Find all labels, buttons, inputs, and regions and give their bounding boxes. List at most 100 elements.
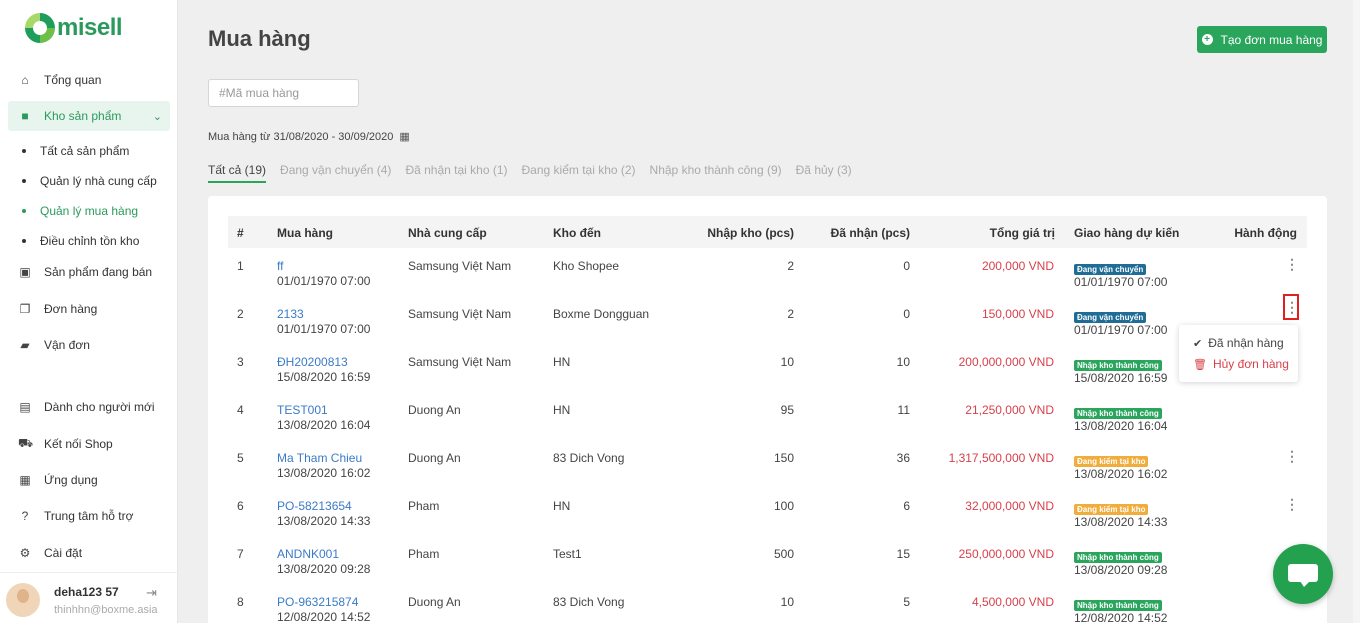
order-code-link[interactable]: TEST001 bbox=[277, 403, 328, 417]
sidebar-item-settings[interactable]: ⚙ Cài đặt bbox=[8, 538, 170, 568]
tab-received[interactable]: Đã nhận tại kho (1) bbox=[405, 163, 507, 183]
calendar-icon[interactable]: ▦ bbox=[399, 130, 409, 143]
col-warehouse: Kho đến bbox=[553, 226, 601, 240]
supplier-name: Duong An bbox=[408, 595, 461, 609]
sidebar-item-label: Cài đặt bbox=[44, 546, 83, 560]
row-index: 7 bbox=[237, 547, 244, 561]
page-title: Mua hàng bbox=[208, 26, 311, 51]
imported-qty: 10 bbox=[780, 355, 794, 369]
table-row: 3 ĐH20200813 15/08/2020 16:59 Samsung Việt … bbox=[208, 350, 1327, 398]
status-badge-wrap: Nhập kho thành công bbox=[1074, 405, 1162, 419]
sidebar-item-connect-shop[interactable]: ⛟ Kết nối Shop bbox=[8, 429, 170, 459]
more-actions-icon[interactable]: ⋮ bbox=[1285, 497, 1299, 511]
total-value: 4,500,000 VND bbox=[971, 595, 1054, 609]
table-row: 1 ff 01/01/1970 07:00 Samsung Việt Nam Kho S… bbox=[208, 254, 1327, 302]
create-purchase-order-button[interactable]: + Tạo đơn mua hàng bbox=[1197, 26, 1327, 53]
menu-item-label: Hủy đơn hàng bbox=[1212, 357, 1289, 371]
order-code-link[interactable]: 2133 bbox=[277, 307, 304, 321]
total-value: 21,250,000 VND bbox=[965, 403, 1054, 417]
menu-item-label: Đã nhận hàng bbox=[1208, 336, 1284, 350]
sidebar-item-apps[interactable]: ▦ Ứng dụng bbox=[8, 465, 170, 495]
date-range-text: Mua hàng từ 31/08/2020 - 30/09/2020 bbox=[208, 130, 394, 143]
imported-qty: 2 bbox=[787, 307, 794, 321]
tab-imported[interactable]: Nhập kho thành công (9) bbox=[650, 163, 782, 183]
sidebar-item-product-warehouse[interactable]: ■ Kho sản phẩm ⌄ bbox=[8, 101, 170, 131]
logo-mark-icon bbox=[25, 13, 55, 43]
status-badge: Đang vận chuyển bbox=[1074, 312, 1147, 323]
table-row: 4 TEST001 13/08/2020 16:04 Duong An HN 95 11 21… bbox=[208, 398, 1327, 446]
status-badge: Đang vận chuyển bbox=[1074, 264, 1147, 275]
sidebar-item-shipments[interactable]: ▰ Vận đơn bbox=[8, 330, 170, 360]
order-code-link[interactable]: PO-963215874 bbox=[277, 595, 358, 609]
total-value: 250,000,000 VND bbox=[958, 547, 1054, 561]
avatar bbox=[6, 583, 40, 617]
create-button-label: Tạo đơn mua hàng bbox=[1220, 32, 1323, 47]
tab-checking[interactable]: Đang kiểm tại kho (2) bbox=[522, 163, 636, 183]
supplier-name: Samsung Việt Nam bbox=[408, 259, 512, 273]
imported-qty: 150 bbox=[773, 451, 794, 465]
date-range-filter[interactable]: Mua hàng từ 31/08/2020 - 30/09/2020 ▦ bbox=[208, 130, 410, 144]
sidebar-item-overview[interactable]: ⌂ Tổng quan bbox=[8, 65, 170, 95]
sidebar-subitem-inventory-adjust[interactable]: Điều chỉnh tồn kho bbox=[22, 231, 139, 251]
logout-icon[interactable]: ⇥ bbox=[146, 585, 157, 601]
sidebar-item-label: Đơn hàng bbox=[44, 302, 98, 316]
col-action: Hành động bbox=[1234, 226, 1297, 240]
more-actions-icon[interactable]: ⋮ bbox=[1285, 449, 1299, 463]
order-code-link[interactable]: ff bbox=[277, 259, 283, 273]
order-code-link[interactable]: PO-58213654 bbox=[277, 499, 352, 513]
more-actions-icon[interactable]: ⋮ bbox=[1283, 294, 1299, 320]
supplier-name: Samsung Việt Nam bbox=[408, 307, 512, 321]
col-order: Mua hàng bbox=[277, 226, 333, 240]
sidebar-item-beginners[interactable]: ▤ Dành cho người mới bbox=[8, 392, 170, 422]
imported-qty: 100 bbox=[773, 499, 794, 513]
more-actions-icon[interactable]: ⋮ bbox=[1285, 257, 1299, 271]
sidebar-item-label: Trung tâm hỗ trợ bbox=[44, 509, 134, 523]
row-index: 8 bbox=[237, 595, 244, 609]
eta-date: 12/08/2020 14:52 bbox=[1074, 611, 1168, 623]
sidebar-subitem-label: Điều chỉnh tồn kho bbox=[40, 234, 140, 248]
menu-item-cancel-order[interactable]: 🗑 Hủy đơn hàng bbox=[1193, 357, 1289, 371]
sidebar-item-label: Ứng dụng bbox=[44, 473, 98, 487]
received-qty: 6 bbox=[903, 499, 910, 513]
status-badge: Nhập kho thành công bbox=[1074, 552, 1162, 563]
order-code-link[interactable]: Ma Tham Chieu bbox=[277, 451, 362, 465]
sidebar-item-orders[interactable]: ❐ Đơn hàng bbox=[8, 294, 170, 324]
tab-shipping[interactable]: Đang vận chuyển (4) bbox=[280, 163, 391, 183]
user-name: deha123 57 bbox=[54, 585, 119, 599]
eta-date: 13/08/2020 14:33 bbox=[1074, 515, 1168, 529]
col-imported: Nhập kho (pcs) bbox=[707, 226, 794, 240]
user-profile[interactable]: deha123 57 thinhhn@boxme.asia ⇥ bbox=[0, 572, 178, 623]
brand-logo[interactable]: misell bbox=[25, 13, 123, 43]
eta-date: 01/01/1970 07:00 bbox=[1074, 323, 1168, 337]
order-code-link[interactable]: ANDNK001 bbox=[277, 547, 339, 561]
total-value: 150,000 VND bbox=[981, 307, 1054, 321]
sidebar-subitem-label: Tất cả sản phẩm bbox=[40, 144, 130, 158]
row-index: 5 bbox=[237, 451, 244, 465]
status-badge-wrap: Nhập kho thành công bbox=[1074, 597, 1162, 611]
eta-date: 15/08/2020 16:59 bbox=[1074, 371, 1168, 385]
sidebar-subitem-purchases[interactable]: Quản lý mua hàng bbox=[22, 201, 138, 221]
imported-qty: 95 bbox=[780, 403, 794, 417]
sidebar-subitem-all-products[interactable]: Tất cả sản phẩm bbox=[22, 141, 129, 161]
chevron-down-icon: ⌄ bbox=[152, 110, 162, 123]
col-total: Tổng giá trị bbox=[989, 226, 1055, 240]
sidebar-subitem-suppliers[interactable]: Quản lý nhà cung cấp bbox=[22, 171, 157, 191]
order-code-link[interactable]: ĐH20200813 bbox=[277, 355, 348, 369]
chat-button[interactable] bbox=[1273, 544, 1333, 604]
eta-date: 13/08/2020 16:02 bbox=[1074, 467, 1168, 481]
menu-item-mark-received[interactable]: ✔ Đã nhận hàng bbox=[1193, 336, 1284, 350]
book-icon: ▤ bbox=[19, 400, 31, 414]
sidebar-subitem-label: Quản lý nhà cung cấp bbox=[40, 174, 157, 188]
sidebar-item-help-center[interactable]: ? Trung tâm hỗ trợ bbox=[8, 501, 170, 531]
table-row: 5 Ma Tham Chieu 13/08/2020 16:02 Duong An 83… bbox=[208, 446, 1327, 494]
scrollbar[interactable] bbox=[1353, 0, 1360, 623]
warehouse-name: HN bbox=[553, 499, 571, 513]
tab-cancelled[interactable]: Đã hủy (3) bbox=[796, 163, 852, 183]
status-badge-wrap: Đang kiểm tại kho bbox=[1074, 501, 1149, 515]
tab-all[interactable]: Tất cả (19) bbox=[208, 163, 267, 183]
col-received: Đã nhận (pcs) bbox=[830, 226, 910, 240]
order-date: 01/01/1970 07:00 bbox=[277, 274, 371, 288]
search-input[interactable] bbox=[208, 79, 359, 107]
status-badge: Nhập kho thành công bbox=[1074, 408, 1162, 419]
sidebar-item-selling-products[interactable]: ▣ Sản phẩm đang bán bbox=[8, 257, 170, 287]
